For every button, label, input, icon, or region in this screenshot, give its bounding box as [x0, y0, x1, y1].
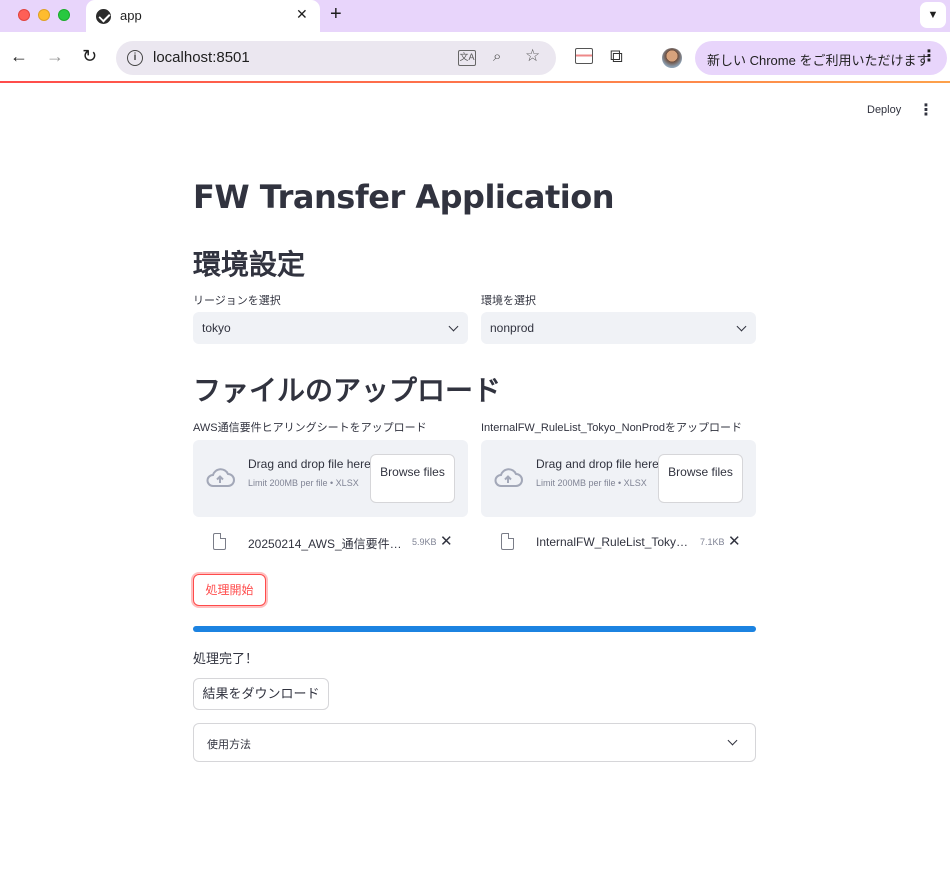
environment-select-value: nonprod [490, 321, 535, 335]
region-select[interactable]: tokyo [193, 312, 468, 344]
maximize-window-button[interactable] [58, 9, 70, 21]
url-text[interactable]: localhost:8501 [153, 49, 250, 66]
tab-search-chevron-icon[interactable]: ▼ [920, 2, 946, 28]
streamlit-decoration-bar [0, 81, 950, 83]
translate-icon[interactable]: 文A [458, 50, 476, 66]
dropzone-instructions: Drag and drop file here [536, 457, 659, 471]
extension-icon[interactable] [575, 48, 593, 64]
chevron-down-icon [448, 321, 459, 332]
site-info-icon[interactable]: i [127, 50, 143, 66]
env-settings-heading: 環境設定 [193, 249, 306, 280]
rulelist-uploader-label: InternalFW_RuleList_Tokyo_NonProdをアップロード [481, 422, 743, 434]
usage-expander[interactable]: 使用方法 [193, 723, 756, 762]
progress-bar-fill [193, 626, 756, 632]
chrome-update-label: 新しい Chrome をご利用いただけます [707, 53, 930, 68]
browser-tab[interactable]: app ✕ [86, 0, 320, 32]
close-tab-icon[interactable]: ✕ [296, 6, 308, 23]
cloud-upload-icon [206, 468, 235, 487]
profile-avatar[interactable] [662, 48, 682, 68]
zoom-icon[interactable]: ⌕ [493, 48, 501, 65]
environment-select-label: 環境を選択 [481, 295, 536, 307]
download-results-button[interactable]: 結果をダウンロード [193, 678, 329, 710]
deploy-button[interactable]: Deploy [867, 104, 901, 116]
chrome-update-button[interactable]: 新しい Chrome をご利用いただけます ⋮ [695, 41, 947, 75]
uploaded-file-row: 20250214_AWS_通信要件… 5.9KB ✕ [193, 530, 468, 558]
browse-files-button[interactable]: Browse files [658, 454, 743, 503]
dropzone-instructions: Drag and drop file here [248, 457, 371, 471]
expander-label: 使用方法 [207, 739, 251, 751]
browser-tab-bar: app ✕ + ▼ [0, 0, 950, 32]
close-window-button[interactable] [18, 9, 30, 21]
uploaded-file-row: InternalFW_RuleList_Toky… 7.1KB ✕ [481, 530, 756, 558]
uploaded-file-size: 7.1KB [700, 537, 725, 547]
uploaded-file-size: 5.9KB [412, 537, 437, 547]
remove-file-icon[interactable]: ✕ [728, 532, 741, 550]
reload-icon[interactable]: ↻ [82, 46, 97, 67]
browse-files-button[interactable]: Browse files [370, 454, 455, 503]
uploaded-file-name: InternalFW_RuleList_Toky… [536, 535, 689, 549]
page-title: FW Transfer Application [193, 178, 614, 216]
start-processing-button[interactable]: 処理開始 [193, 574, 266, 606]
extensions-puzzle-icon[interactable]: ⧉ [610, 46, 623, 67]
dropzone-limit-text: Limit 200MB per file • XLSX [248, 478, 359, 488]
main-menu-icon[interactable]: ⋮ [918, 100, 934, 120]
progress-bar [193, 626, 756, 632]
dropzone-limit-text: Limit 200MB per file • XLSX [536, 478, 647, 488]
cloud-upload-icon [494, 468, 523, 487]
uploaded-file-name: 20250214_AWS_通信要件… [248, 537, 402, 551]
minimize-window-button[interactable] [38, 9, 50, 21]
back-arrow-icon[interactable]: ← [10, 46, 28, 67]
file-icon [501, 533, 514, 550]
chevron-down-icon [727, 735, 738, 746]
region-select-value: tokyo [202, 321, 231, 335]
remove-file-icon[interactable]: ✕ [440, 532, 453, 550]
browser-toolbar: ← → ↻ i localhost:8501 文A ⌕ ☆ ⧉ 新しい Chro… [0, 32, 950, 82]
new-tab-icon[interactable]: + [330, 3, 342, 26]
bookmark-star-icon[interactable]: ☆ [525, 46, 540, 66]
environment-select[interactable]: nonprod [481, 312, 756, 344]
hearing-sheet-uploader-label: AWS通信要件ヒアリングシートをアップロード [193, 422, 427, 434]
file-icon [213, 533, 226, 550]
address-bar[interactable]: i localhost:8501 文A ⌕ ☆ [116, 41, 556, 75]
tab-title: app [120, 8, 142, 23]
forward-arrow-icon[interactable]: → [46, 46, 64, 67]
file-upload-heading: ファイルのアップロード [193, 375, 502, 406]
rulelist-dropzone[interactable]: Drag and drop file here Limit 200MB per … [481, 440, 756, 517]
status-text: 処理完了！ [193, 651, 259, 666]
hearing-sheet-dropzone[interactable]: Drag and drop file here Limit 200MB per … [193, 440, 468, 517]
more-vert-icon[interactable]: ⋮ [921, 46, 937, 66]
streamlit-favicon-icon [96, 9, 111, 24]
region-select-label: リージョンを選択 [193, 295, 281, 307]
chevron-down-icon [736, 321, 747, 332]
